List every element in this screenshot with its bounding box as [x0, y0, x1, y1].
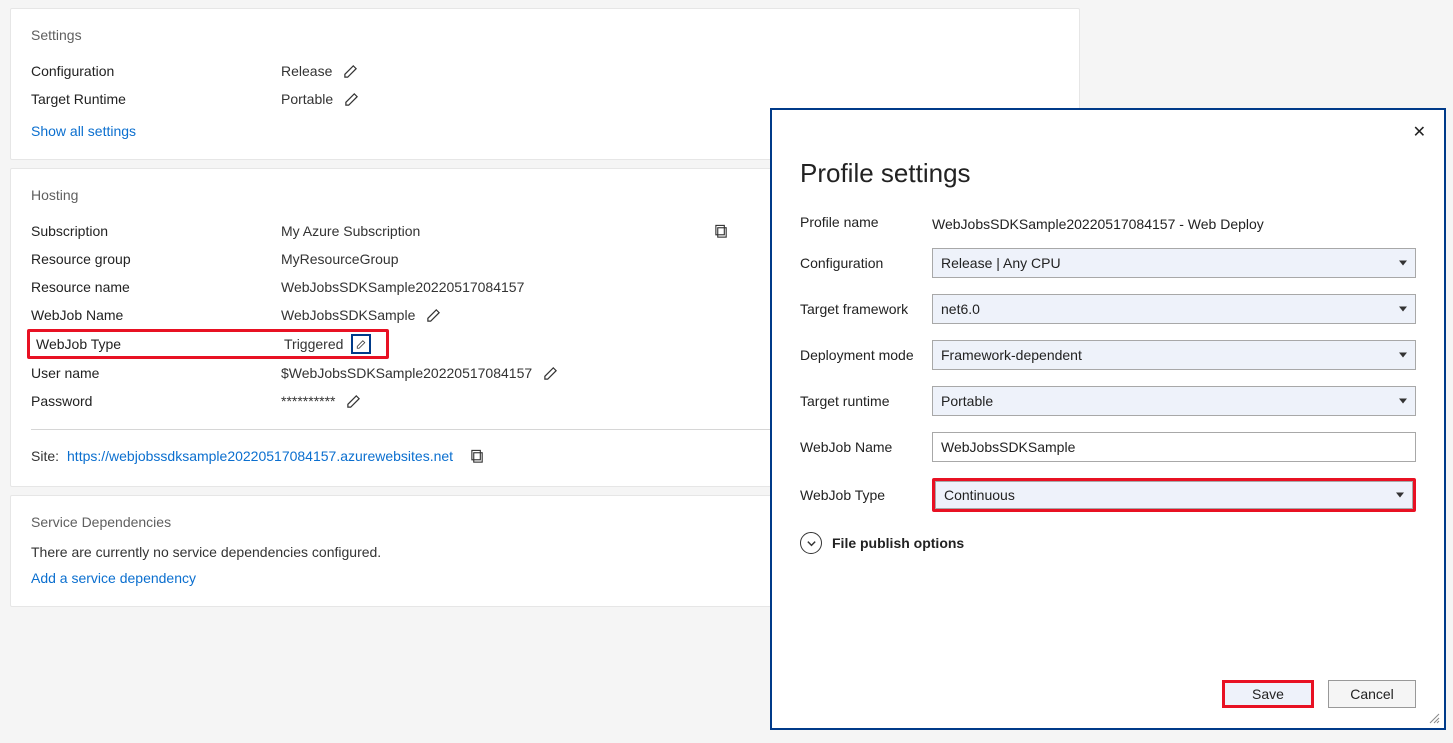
webjob-type-value: Triggered: [284, 336, 343, 352]
target-runtime-value: Portable: [281, 91, 333, 107]
row-target-framework: Target framework net6.0: [800, 294, 1416, 324]
pencil-icon[interactable]: [340, 61, 360, 81]
webjob-name-input[interactable]: WebJobsSDKSample: [932, 432, 1416, 462]
deployment-mode-label: Deployment mode: [800, 347, 932, 363]
chevron-down-circle-icon: [800, 532, 822, 554]
configuration-selected: Release | Any CPU: [941, 255, 1061, 271]
webjob-name-value: WebJobsSDKSample: [281, 307, 415, 323]
save-button[interactable]: Save: [1222, 680, 1314, 708]
chevron-down-icon: [1399, 399, 1407, 404]
profile-name-value: WebJobsSDKSample20220517084157 - Web Dep…: [932, 211, 1416, 232]
resource-group-label: Resource group: [31, 251, 281, 267]
dlg-configuration-label: Configuration: [800, 255, 932, 271]
pencil-icon[interactable]: [343, 391, 363, 411]
site-label: Site:: [31, 448, 59, 464]
chevron-down-icon: [1399, 307, 1407, 312]
row-deployment-mode: Deployment mode Framework-dependent: [800, 340, 1416, 370]
resize-handle-icon[interactable]: [1428, 712, 1440, 724]
deployment-mode-dropdown[interactable]: Framework-dependent: [932, 340, 1416, 370]
dlg-webjob-name-label: WebJob Name: [800, 439, 932, 455]
settings-title: Settings: [31, 27, 1059, 43]
user-name-label: User name: [31, 365, 281, 381]
profile-settings-dialog: ✕ Profile settings Profile name WebJobsS…: [770, 108, 1446, 730]
row-dlg-webjob-name: WebJob Name WebJobsSDKSample: [800, 432, 1416, 462]
row-profile-name: Profile name WebJobsSDKSample20220517084…: [800, 211, 1416, 232]
password-value: **********: [281, 393, 335, 409]
row-dlg-webjob-type: WebJob Type Continuous: [800, 478, 1416, 512]
dlg-webjob-type-label: WebJob Type: [800, 487, 932, 503]
password-label: Password: [31, 393, 281, 409]
webjob-type-highlight: Continuous: [932, 478, 1416, 512]
webjob-type-selected: Continuous: [944, 487, 1015, 503]
pencil-icon[interactable]: [351, 334, 371, 354]
profile-name-label: Profile name: [800, 214, 932, 230]
configuration-value: Release: [281, 63, 332, 79]
webjob-type-label: WebJob Type: [36, 336, 284, 352]
site-url-link[interactable]: https://webjobssdksample20220517084157.a…: [67, 448, 453, 464]
show-all-settings-link[interactable]: Show all settings: [31, 123, 136, 139]
row-webjob-type-highlight: WebJob Type Triggered: [27, 329, 389, 359]
close-icon[interactable]: ✕: [1413, 122, 1426, 142]
copy-icon[interactable]: [711, 221, 731, 241]
deployment-mode-selected: Framework-dependent: [941, 347, 1082, 363]
row-configuration: Configuration Release: [31, 57, 1059, 85]
user-name-value: $WebJobsSDKSample20220517084157: [281, 365, 532, 381]
subscription-label: Subscription: [31, 223, 281, 239]
chevron-down-icon: [1399, 353, 1407, 358]
dlg-target-runtime-label: Target runtime: [800, 393, 932, 409]
resource-name-value: WebJobsSDKSample20220517084157: [281, 279, 524, 295]
subscription-value: My Azure Subscription: [281, 223, 420, 239]
webjob-type-dropdown[interactable]: Continuous: [935, 481, 1413, 509]
target-framework-dropdown[interactable]: net6.0: [932, 294, 1416, 324]
target-framework-label: Target framework: [800, 301, 932, 317]
row-dlg-configuration: Configuration Release | Any CPU: [800, 248, 1416, 278]
webjob-name-label: WebJob Name: [31, 307, 281, 323]
pencil-icon[interactable]: [540, 363, 560, 383]
pencil-icon[interactable]: [341, 89, 361, 109]
chevron-down-icon: [1396, 493, 1404, 498]
file-publish-options-expander[interactable]: File publish options: [800, 532, 1416, 554]
target-framework-selected: net6.0: [941, 301, 980, 317]
add-service-dependency-link[interactable]: Add a service dependency: [31, 570, 196, 586]
webjob-name-input-value: WebJobsSDKSample: [941, 439, 1075, 455]
row-dlg-target-runtime: Target runtime Portable: [800, 386, 1416, 416]
dialog-title: Profile settings: [800, 158, 1416, 189]
target-runtime-label: Target Runtime: [31, 91, 281, 107]
pencil-icon[interactable]: [423, 305, 443, 325]
configuration-dropdown[interactable]: Release | Any CPU: [932, 248, 1416, 278]
target-runtime-selected: Portable: [941, 393, 993, 409]
resource-name-label: Resource name: [31, 279, 281, 295]
configuration-label: Configuration: [31, 63, 281, 79]
file-publish-options-label: File publish options: [832, 535, 964, 551]
chevron-down-icon: [1399, 261, 1407, 266]
resource-group-value: MyResourceGroup: [281, 251, 399, 267]
target-runtime-dropdown[interactable]: Portable: [932, 386, 1416, 416]
cancel-button[interactable]: Cancel: [1328, 680, 1416, 708]
copy-icon[interactable]: [467, 446, 487, 466]
